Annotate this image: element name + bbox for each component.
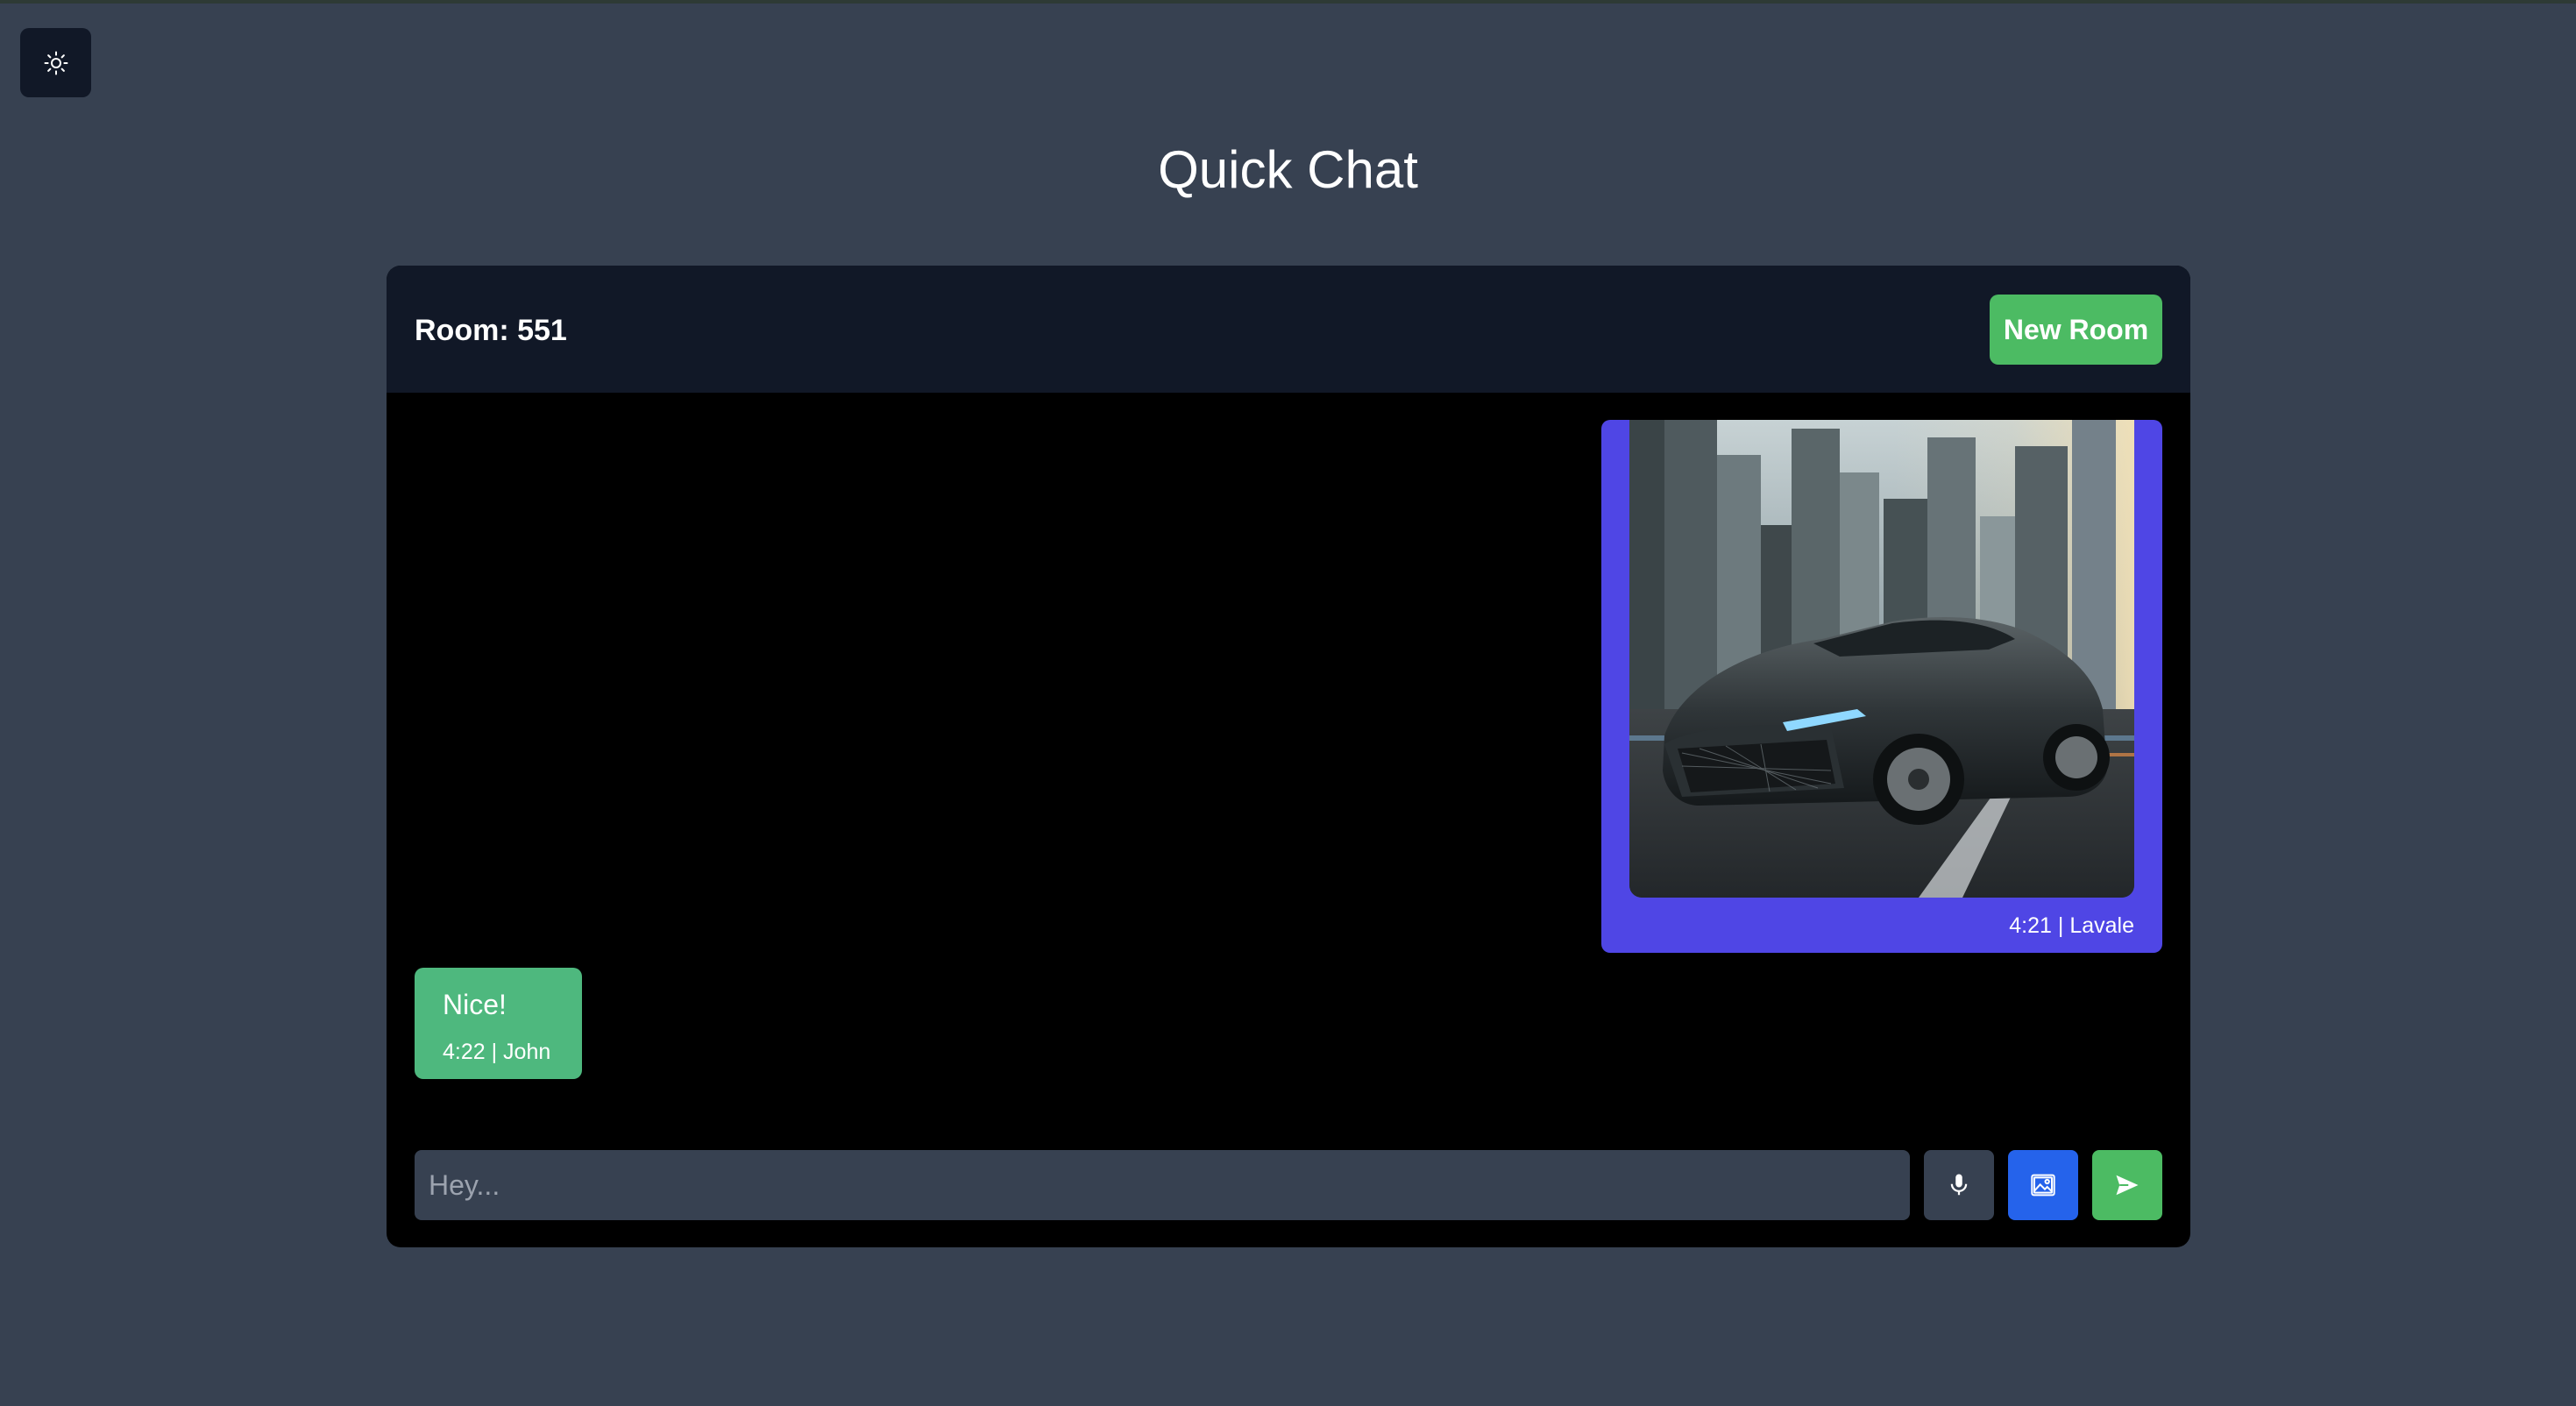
send-icon bbox=[2112, 1172, 2142, 1198]
microphone-icon bbox=[1946, 1171, 1972, 1199]
send-button[interactable] bbox=[2092, 1150, 2162, 1220]
voice-record-button[interactable] bbox=[1924, 1150, 1994, 1220]
message-input[interactable] bbox=[415, 1150, 1910, 1220]
message-bubble-image: 4:21 | Lavale bbox=[1601, 420, 2162, 953]
sun-icon bbox=[43, 50, 69, 76]
message-bubble-text: Nice! 4:22 | John bbox=[415, 968, 582, 1079]
attach-image-button[interactable] bbox=[2008, 1150, 2078, 1220]
message-text: Nice! bbox=[443, 989, 507, 1020]
car-city-image[interactable] bbox=[1629, 420, 2134, 898]
chat-panel: Room: 551 New Room 4:21 | Lavale Nice! 4… bbox=[387, 266, 2190, 1247]
image-icon bbox=[2029, 1171, 2057, 1199]
message-meta: 4:22 | John bbox=[443, 1040, 551, 1064]
window-top-strip bbox=[0, 0, 2576, 4]
room-label: Room: 551 bbox=[415, 314, 567, 347]
message-meta: 4:21 | Lavale bbox=[2009, 913, 2134, 938]
theme-toggle-button[interactable] bbox=[20, 28, 91, 97]
page-title: Quick Chat bbox=[1158, 140, 1418, 199]
new-room-button[interactable]: New Room bbox=[1990, 295, 2162, 365]
chat-header: Room: 551 New Room bbox=[387, 266, 2190, 393]
